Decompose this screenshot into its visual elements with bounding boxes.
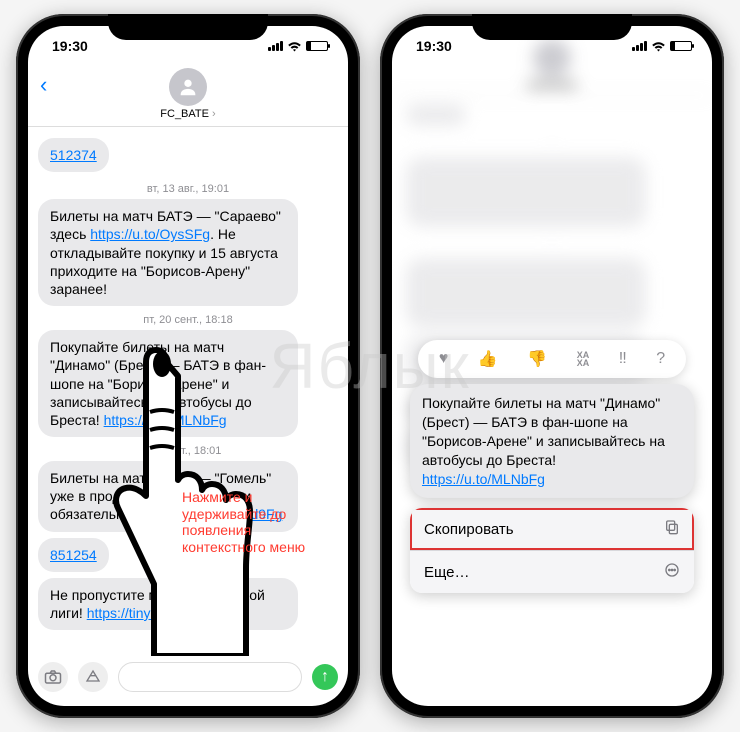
battery-icon — [306, 41, 328, 51]
battery-icon — [670, 41, 692, 51]
camera-icon[interactable] — [38, 662, 68, 692]
reaction-exclaim-icon[interactable]: ‼ — [619, 350, 627, 368]
reaction-question-icon[interactable]: ? — [656, 350, 665, 368]
reaction-bar: ♥ 👍 👎 ХА ХА ‼ ? — [418, 340, 686, 378]
message-link[interactable]: 512374 — [50, 147, 97, 163]
cell-signal-icon — [268, 41, 283, 51]
menu-item-copy[interactable]: Скопировать — [410, 508, 694, 550]
contact-name[interactable]: FC_BATE › — [28, 108, 348, 120]
reaction-thumbsdown-icon[interactable]: 👎 — [527, 349, 547, 369]
status-time: 19:30 — [52, 38, 88, 54]
appstore-icon[interactable] — [78, 662, 108, 692]
contact-avatar[interactable] — [169, 68, 207, 106]
phone-frame-left: 19:30 ‹ FC_BATE › 512374 вт, 13 авг., 19… — [16, 14, 360, 718]
instruction-callout: Нажмите и удерживайте до появления конте… — [182, 489, 332, 556]
context-menu: Скопировать Еще… — [410, 508, 694, 593]
message-link[interactable]: 851254 — [50, 547, 97, 563]
message-input-bar: ↑ — [28, 658, 348, 696]
date-separator: вт, 13 авг., 19:01 — [38, 183, 338, 195]
message-input[interactable] — [118, 662, 302, 692]
message-link[interactable]: https://u.to/OysSFg — [90, 226, 210, 242]
wifi-icon — [651, 41, 666, 52]
reaction-heart-icon[interactable]: ♥ — [439, 350, 449, 368]
date-separator: пт, 20 сент., 18:18 — [38, 314, 338, 326]
wifi-icon — [287, 41, 302, 52]
back-button[interactable]: ‹ — [40, 72, 47, 98]
copy-icon — [664, 519, 680, 539]
focused-message-bubble[interactable]: Покупайте билеты на матч "Динамо" (Брест… — [410, 384, 694, 498]
message-link[interactable]: https://u.to/MLNbFg — [422, 471, 545, 487]
message-bubble[interactable]: 512374 — [38, 138, 109, 172]
phone-frame-right: ⋯ ⋯ 19:30 ♥ 👍 👎 ХА ХА ‼ ? — [380, 14, 724, 718]
conversation-header: ‹ FC_BATE › — [28, 66, 348, 127]
more-icon — [664, 562, 680, 582]
cell-signal-icon — [632, 41, 647, 51]
send-button[interactable]: ↑ — [312, 664, 338, 690]
reaction-haha-icon[interactable]: ХА ХА — [577, 351, 590, 367]
notch — [472, 14, 632, 40]
notch — [108, 14, 268, 40]
message-bubble[interactable]: Билеты на матч БАТЭ — "Сараево" здесь ht… — [38, 199, 298, 306]
reaction-thumbsup-icon[interactable]: 👍 — [478, 349, 498, 369]
menu-item-more[interactable]: Еще… — [410, 550, 694, 593]
status-time: 19:30 — [416, 38, 452, 54]
